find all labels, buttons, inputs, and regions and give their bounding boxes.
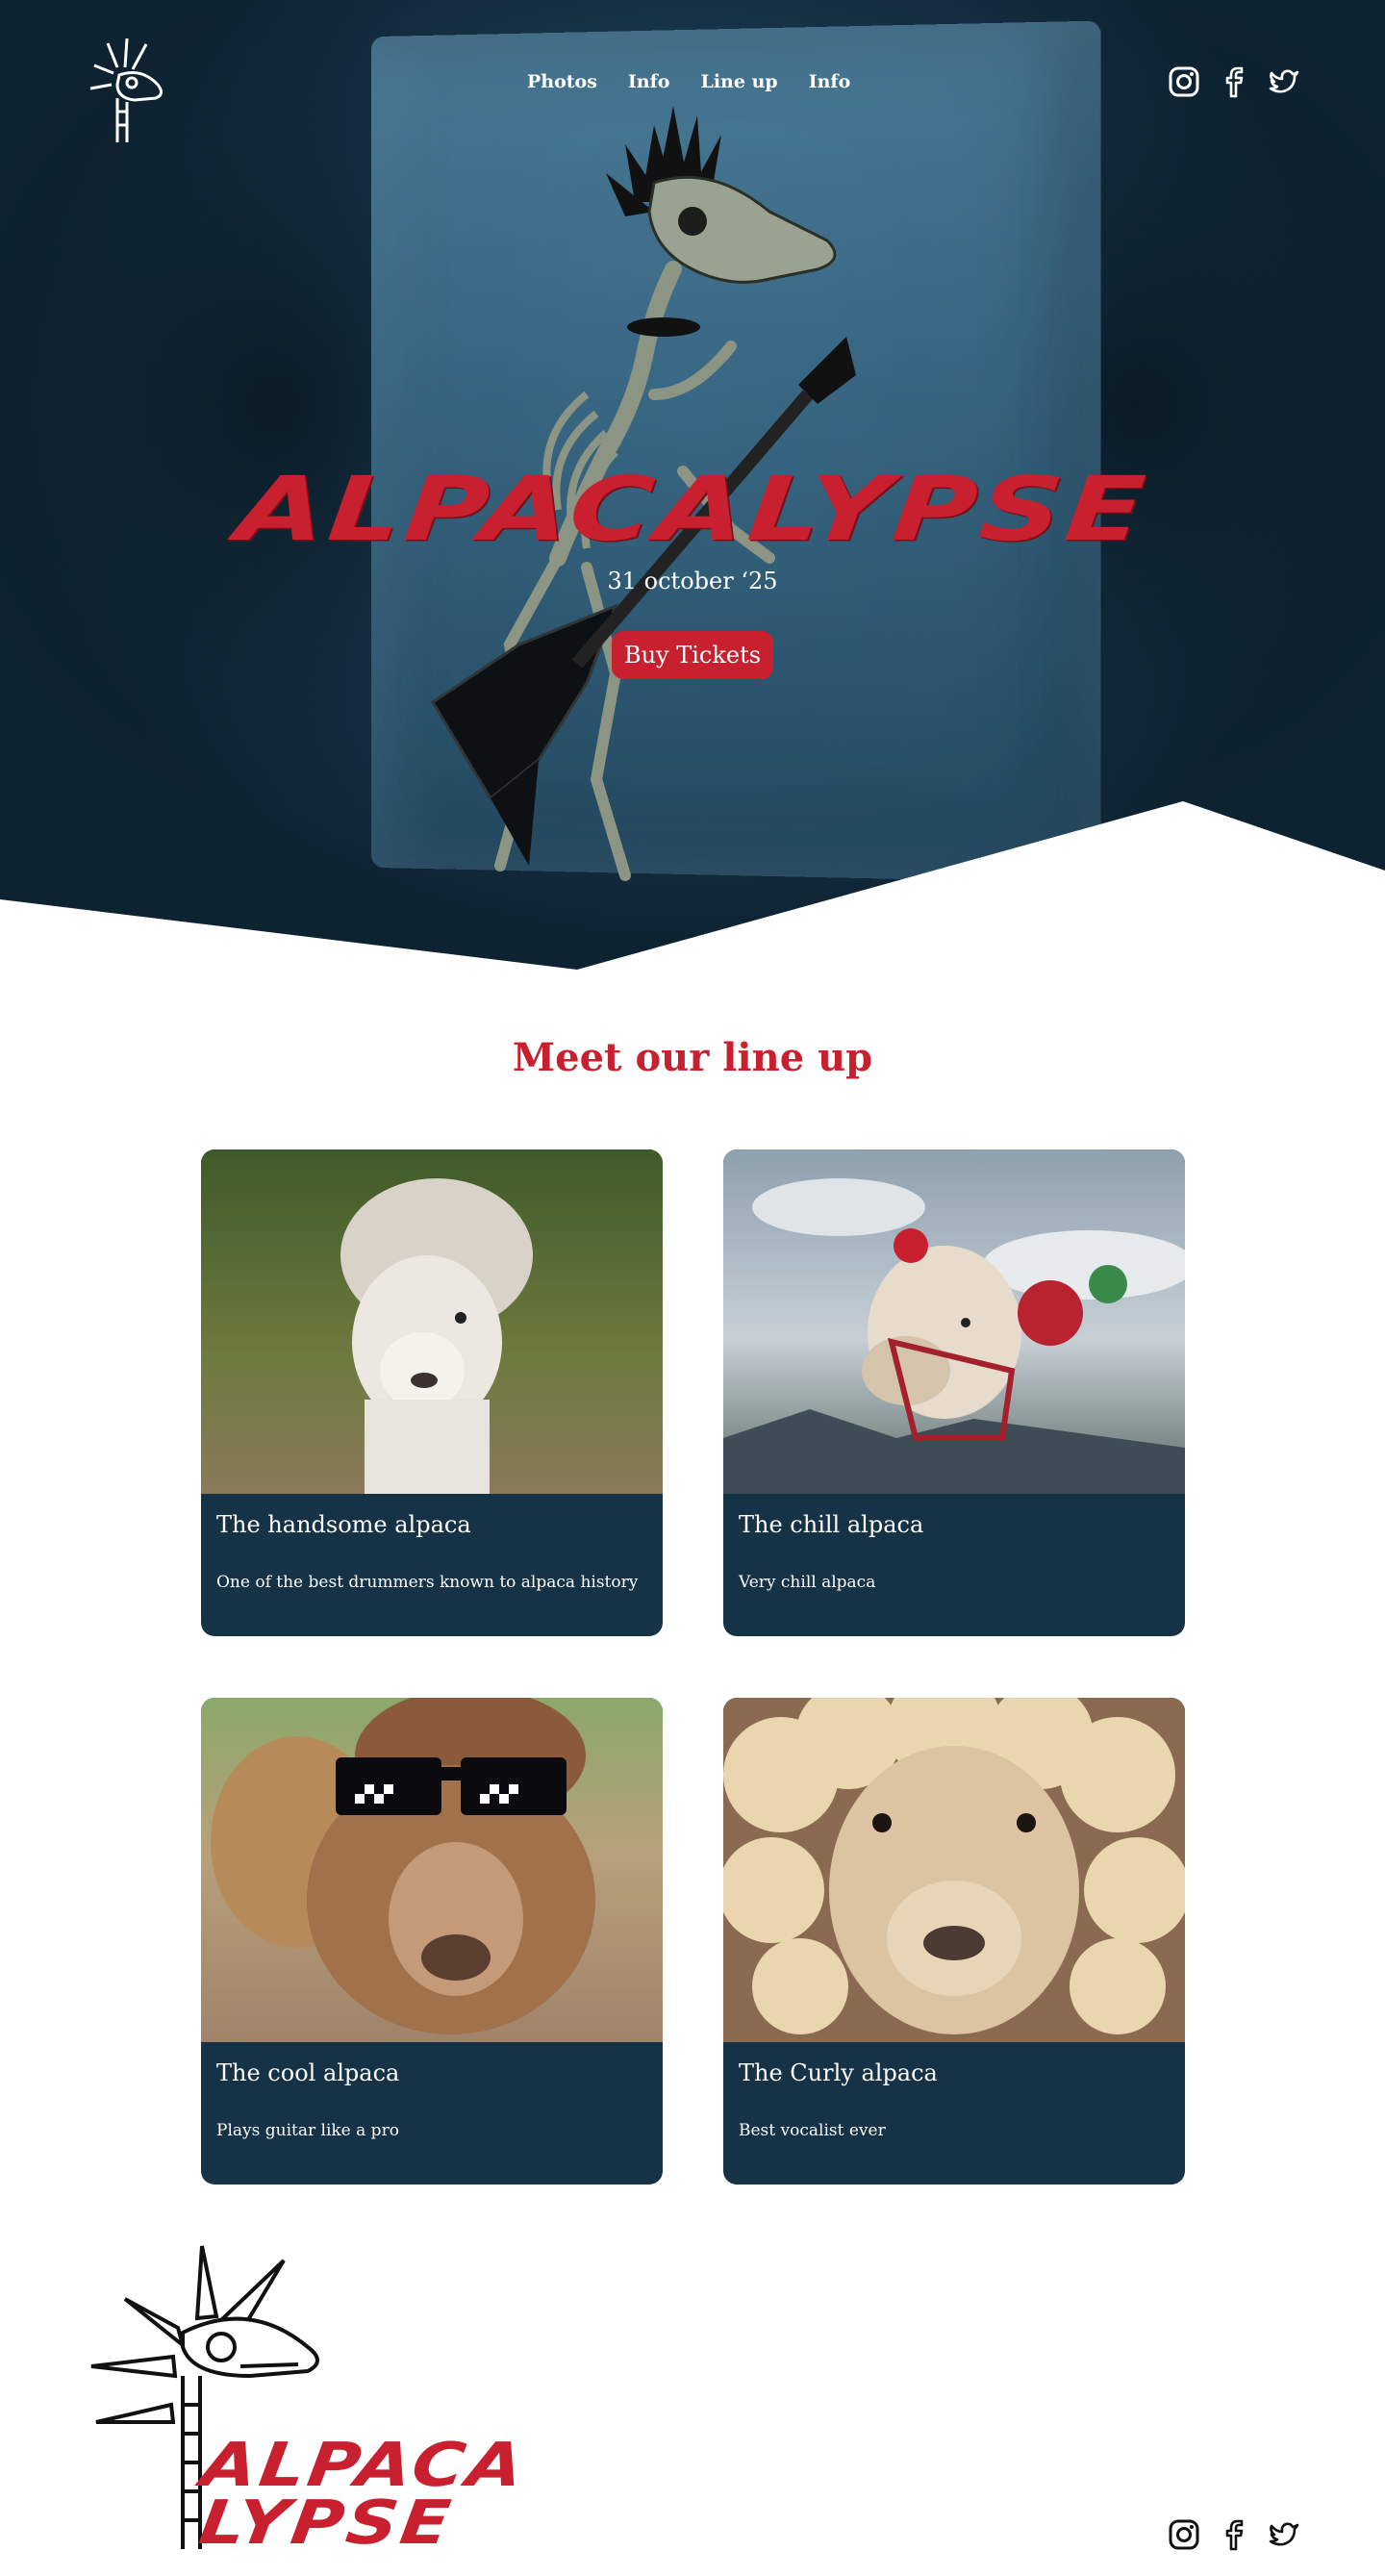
card-description: Very chill alpaca bbox=[739, 1573, 875, 1592]
handsome-alpaca-photo bbox=[201, 1149, 663, 1494]
card-title: The cool alpaca bbox=[216, 2059, 399, 2086]
lineup-card[interactable]: The Curly alpaca Best vocalist ever bbox=[723, 1698, 1185, 2185]
twitter-icon[interactable] bbox=[1268, 2518, 1300, 2551]
event-date: 31 october ‘25 bbox=[0, 568, 1385, 594]
alpacalypse-logo-large: ALPACA LYPSE bbox=[87, 2241, 510, 2559]
social-links-top bbox=[1168, 65, 1300, 98]
card-title: The chill alpaca bbox=[739, 1511, 923, 1538]
nav-links: Photos Info Line up Info bbox=[527, 71, 881, 92]
card-title: The Curly alpaca bbox=[739, 2059, 938, 2086]
nav-link-info[interactable]: Info bbox=[628, 71, 670, 92]
logo-text-line2: LYPSE bbox=[195, 2488, 458, 2558]
instagram-icon[interactable] bbox=[1168, 2518, 1200, 2551]
twitter-icon[interactable] bbox=[1268, 65, 1300, 98]
nav-link-info-2[interactable]: Info bbox=[809, 71, 851, 92]
nav-link-line-up[interactable]: Line up bbox=[700, 71, 777, 92]
card-description: One of the best drummers known to alpaca… bbox=[216, 1573, 638, 1592]
alpacalypse-logo-small[interactable] bbox=[88, 38, 169, 144]
lineup-heading: Meet our line up bbox=[0, 1035, 1385, 1080]
top-navigation: Photos Info Line up Info bbox=[0, 67, 1385, 106]
buy-tickets-button[interactable]: Buy Tickets bbox=[612, 631, 773, 679]
cool-alpaca-photo bbox=[201, 1698, 663, 2042]
facebook-icon[interactable] bbox=[1218, 2518, 1250, 2551]
lineup-card[interactable]: The chill alpaca Very chill alpaca bbox=[723, 1149, 1185, 1636]
social-links-bottom bbox=[1168, 2518, 1300, 2551]
hero-section: Photos Info Line up Info ALPACALYPSE 31 … bbox=[0, 0, 1385, 972]
hero-title: ALPACALYPSE bbox=[0, 457, 1385, 561]
curly-alpaca-photo bbox=[723, 1698, 1185, 2042]
instagram-icon[interactable] bbox=[1168, 65, 1200, 98]
nav-link-photos[interactable]: Photos bbox=[527, 71, 597, 92]
card-title: The handsome alpaca bbox=[216, 1511, 471, 1538]
lineup-card[interactable]: The handsome alpaca One of the best drum… bbox=[201, 1149, 663, 1636]
card-description: Best vocalist ever bbox=[739, 2121, 886, 2140]
lineup-card[interactable]: The cool alpaca Plays guitar like a pro bbox=[201, 1698, 663, 2185]
card-description: Plays guitar like a pro bbox=[216, 2121, 399, 2140]
facebook-icon[interactable] bbox=[1218, 65, 1250, 98]
chill-alpaca-photo bbox=[723, 1149, 1185, 1494]
